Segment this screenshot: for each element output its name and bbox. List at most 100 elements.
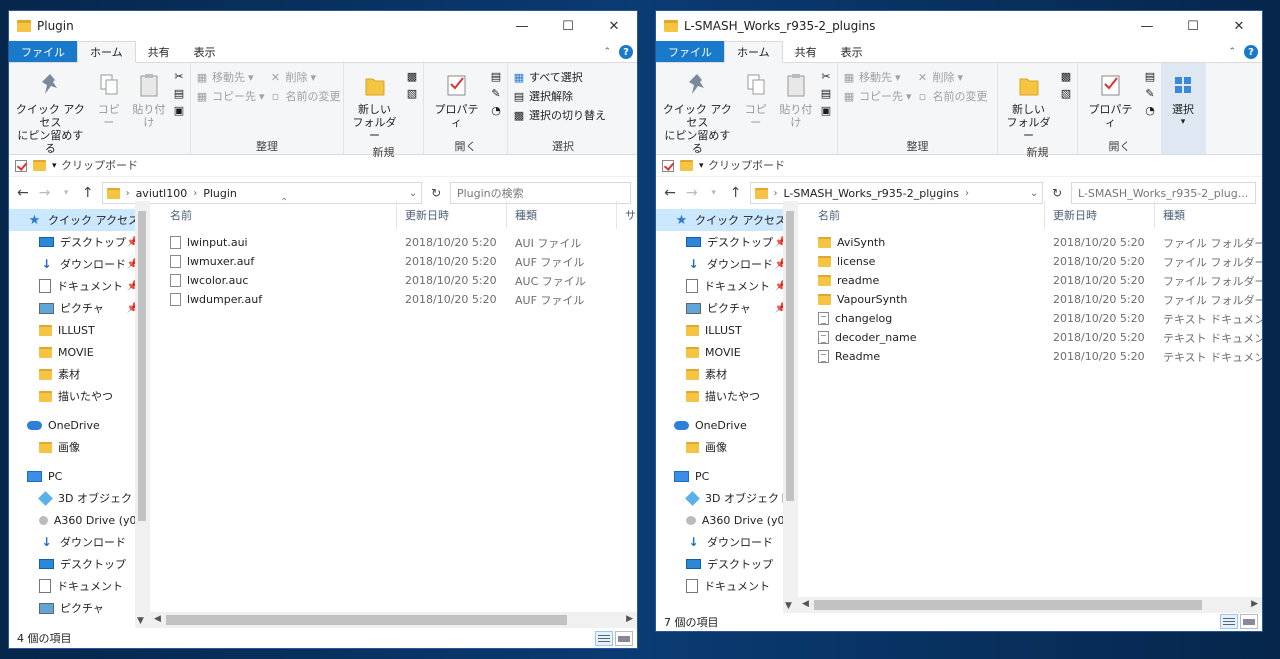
up-button[interactable]: ↑ [80,185,96,201]
navigation-pane[interactable]: ★ クイック アクセス デスクトップ 📌 ↓ ダウンロード 📌 ドキュメント 📌 ピクチャ… [656,201,798,613]
properties-button[interactable]: プロパティ [428,67,485,138]
invert-selection-button[interactable]: ▩ 選択の切り替え [512,107,606,123]
new-item-icon[interactable]: ▩ [1059,69,1073,83]
tab-view[interactable]: 表示 [182,41,228,62]
scroll-thumb[interactable] [786,211,794,501]
forward-button[interactable]: → [684,185,700,201]
details-view-button[interactable] [1220,614,1238,629]
help-icon[interactable]: ? [1244,45,1258,59]
file-row[interactable]: changelog 2018/10/20 5:20 テキスト ドキュメント [798,309,1262,328]
recent-dropdown[interactable]: ▾ [706,188,722,198]
minimize-button[interactable]: — [1124,11,1170,41]
rename-button[interactable]: ▫ 名前の変更 [916,88,988,104]
chevron-down-icon[interactable]: ⌄ [1030,188,1038,199]
tab-home[interactable]: ホーム [77,41,136,63]
select-all-button[interactable]: ▦ すべて選択 [512,69,606,85]
title-bar[interactable]: L-SMASH_Works_r935-2_plugins — ☐ ✕ [656,11,1262,41]
explorer-window-lsmash[interactable]: L-SMASH_Works_r935-2_plugins — ☐ ✕ ファイル … [655,10,1263,632]
column-type[interactable]: 種類 [1155,201,1255,229]
breadcrumb-plugin[interactable]: Plugin [203,187,237,200]
select-dropdown-button[interactable]: 選択 ▾ [1166,67,1200,154]
nav-pc-desktop[interactable]: デスクトップ [656,553,797,575]
large-icons-view-button[interactable] [615,631,633,646]
paste-shortcut-icon[interactable]: ▣ [172,103,186,117]
navigation-pane[interactable]: ★ クイック アクセス デスクトップ 📌 ↓ ダウンロード 📌 ドキュメント 📌 ピクチャ… [9,201,150,628]
nav-onedrive[interactable]: OneDrive [656,414,797,436]
explorer-window-plugin[interactable]: Plugin — ☐ ✕ ファイル ホーム 共有 表示 ⌃ ? クイック アクセ… [8,10,638,649]
scroll-down-icon[interactable]: ▼ [785,601,792,611]
nav-material[interactable]: 素材 [9,363,149,385]
copy-path-icon[interactable]: ▤ [172,86,186,100]
rename-button[interactable]: ▫ 名前の変更 [269,88,341,104]
nav-illust[interactable]: ILLUST [656,319,797,341]
nav-scrollbar[interactable]: ▼ [783,201,797,613]
paste-shortcut-icon[interactable]: ▣ [819,103,833,117]
nav-pictures[interactable]: ピクチャ 📌 [9,297,149,319]
refresh-button[interactable]: ↻ [1049,186,1065,200]
nav-documents[interactable]: ドキュメント 📌 [656,275,797,297]
delete-button[interactable]: ✕ 削除 ▾ [916,69,988,85]
nav-movie[interactable]: MOVIE [656,341,797,363]
scroll-thumb[interactable] [166,615,567,625]
nav-pc-desktop[interactable]: デスクトップ [9,553,149,575]
close-button[interactable]: ✕ [591,11,637,41]
scroll-left-icon[interactable]: ◀ [154,614,161,624]
nav-drawn[interactable]: 描いたやつ [9,385,149,407]
edit-icon[interactable]: ✎ [489,86,503,100]
file-row[interactable]: license 2018/10/20 5:20 ファイル フォルダー [798,252,1262,271]
scroll-right-icon[interactable]: ▶ [1251,599,1258,609]
file-list[interactable]: ⌃ 名前 更新日時 種類 サ lwinput.aui 2018/10/20 5:2… [150,197,637,628]
up-button[interactable]: ↑ [728,185,744,201]
scroll-thumb[interactable] [814,600,1202,610]
column-size[interactable]: サ [617,201,637,229]
column-name[interactable]: 名前 [150,201,397,229]
nav-desktop[interactable]: デスクトップ 📌 [9,231,149,253]
nav-desktop[interactable]: デスクトップ 📌 [656,231,797,253]
nav-downloads[interactable]: ↓ ダウンロード 📌 [9,253,149,275]
nav-pc-downloads[interactable]: ↓ ダウンロード [9,531,149,553]
scroll-down-icon[interactable]: ▼ [137,616,144,626]
open-icon[interactable]: ▤ [489,69,503,83]
nav-pc[interactable]: PC [656,465,797,487]
paste-button[interactable]: 貼り付け [777,67,815,157]
column-name[interactable]: 名前 [798,201,1045,229]
nav-quick-access[interactable]: ★ クイック アクセス [656,209,797,231]
recent-dropdown[interactable]: ▾ [58,188,74,198]
tab-file[interactable]: ファイル [656,41,724,62]
nav-a360[interactable]: A360 Drive (y01_ [656,509,797,531]
tab-share[interactable]: 共有 [136,41,182,62]
select-none-button[interactable]: ▤ 選択解除 [512,88,606,104]
copy-button[interactable]: コピー [92,67,126,157]
minimize-button[interactable]: — [499,11,545,41]
pin-quick-access-button[interactable]: クイック アクセス にピン留めする [13,67,88,157]
nav-illust[interactable]: ILLUST [9,319,149,341]
nav-pc-downloads[interactable]: ↓ ダウンロード [656,531,797,553]
properties-button[interactable]: プロパティ [1082,67,1139,138]
column-date[interactable]: 更新日時 [397,201,507,229]
nav-a360[interactable]: A360 Drive (y01_ [9,509,149,531]
nav-material[interactable]: 素材 [656,363,797,385]
tab-share[interactable]: 共有 [783,41,829,62]
nav-pc-pictures[interactable]: ピクチャ [9,597,149,619]
nav-3d-objects[interactable]: 3D オブジェクト [9,487,149,509]
properties-checkbox-icon[interactable] [15,159,27,172]
file-row[interactable]: Readme 2018/10/20 5:20 テキスト ドキュメント [798,347,1262,366]
edit-icon[interactable]: ✎ [1143,86,1157,100]
properties-checkbox-icon[interactable] [662,159,674,172]
history-icon[interactable]: ◔ [1143,103,1157,117]
nav-pc-documents[interactable]: ドキュメント [9,575,149,597]
open-icon[interactable]: ▤ [1143,69,1157,83]
file-row[interactable]: decoder_name 2018/10/20 5:20 テキスト ドキュメント [798,328,1262,347]
collapse-ribbon-icon[interactable]: ⌃ [1228,47,1236,57]
copy-path-icon[interactable]: ▤ [819,86,833,100]
scroll-left-icon[interactable]: ◀ [802,599,809,609]
refresh-button[interactable]: ↻ [428,186,444,200]
column-date[interactable]: 更新日時 [1045,201,1155,229]
file-row[interactable]: lwinput.aui 2018/10/20 5:20 AUI ファイル [150,233,637,252]
scroll-right-icon[interactable]: ▶ [626,614,633,624]
file-row[interactable]: VapourSynth 2018/10/20 5:20 ファイル フォルダー [798,290,1262,309]
delete-button[interactable]: ✕ 削除 ▾ [269,69,341,85]
cut-icon[interactable]: ✂ [172,69,186,83]
new-item-icon[interactable]: ▩ [405,69,419,83]
file-row[interactable]: lwdumper.auf 2018/10/20 5:20 AUF ファイル [150,290,637,309]
